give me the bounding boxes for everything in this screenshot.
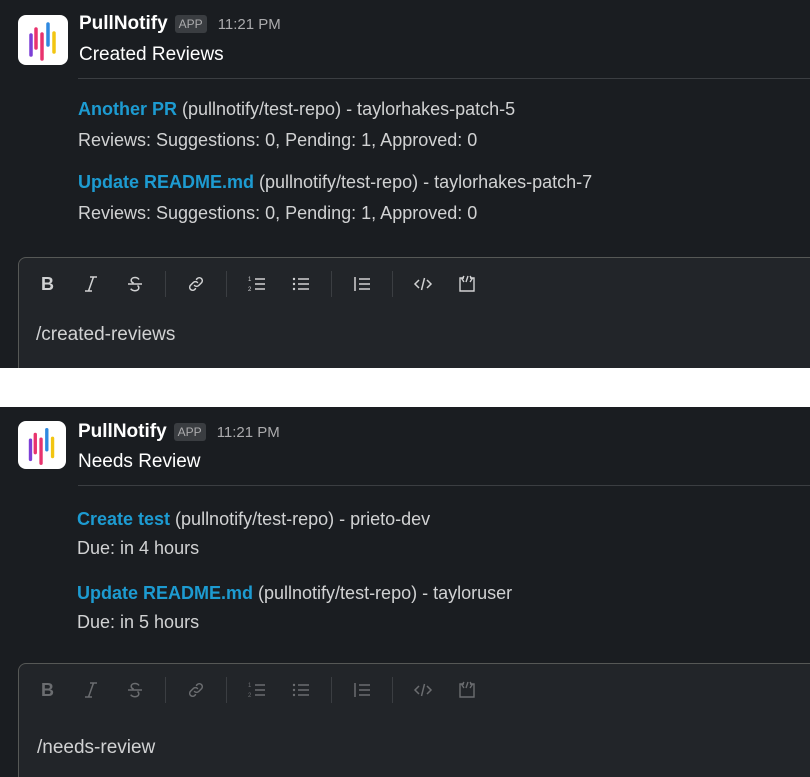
pr-detail: (pullnotify/test-repo) - prieto-dev xyxy=(170,509,431,529)
blockquote-icon[interactable] xyxy=(348,270,376,298)
code-block-icon[interactable] xyxy=(453,270,481,298)
link-icon[interactable] xyxy=(182,270,210,298)
svg-text:B: B xyxy=(41,274,54,294)
composer-input-text[interactable]: /created-reviews xyxy=(36,324,175,346)
toolbar-separator xyxy=(331,271,332,297)
sender-name[interactable]: PullNotify xyxy=(78,421,167,443)
bold-icon[interactable]: B xyxy=(33,270,61,298)
pr-due-status: Due: in 5 hours xyxy=(77,612,200,632)
blockquote-icon[interactable] xyxy=(348,676,376,704)
code-icon[interactable] xyxy=(409,676,437,704)
message-header: PullNotify APP 11:21 PM xyxy=(79,13,281,35)
strikethrough-icon[interactable] xyxy=(121,676,149,704)
toolbar-separator xyxy=(165,677,166,703)
ordered-list-icon[interactable]: 12 xyxy=(243,270,271,298)
message-title: Created Reviews xyxy=(79,44,224,65)
italic-icon[interactable] xyxy=(77,270,105,298)
formatting-toolbar: B 12 xyxy=(33,270,497,298)
sender-name[interactable]: PullNotify xyxy=(79,13,168,35)
pullnotify-avatar[interactable] xyxy=(18,421,66,469)
app-badge: APP xyxy=(173,423,206,441)
message-timestamp[interactable]: 11:21 PM xyxy=(218,16,281,33)
composer-input-text[interactable]: /needs-review xyxy=(37,737,155,759)
pullnotify-logo-icon xyxy=(28,427,55,465)
toolbar-separator xyxy=(226,677,227,703)
pr-due-status: Due: in 4 hours xyxy=(77,538,200,558)
divider xyxy=(78,78,810,79)
svg-text:2: 2 xyxy=(248,693,252,699)
strikethrough-icon[interactable] xyxy=(121,270,149,298)
pr-link[interactable]: Update README.md xyxy=(78,172,254,192)
message-panel-needs-review: PullNotify APP 11:21 PM Needs Review Cre… xyxy=(0,407,810,777)
message-panel-created-reviews: PullNotify APP 11:21 PM Created Reviews … xyxy=(0,0,810,368)
message-header: PullNotify APP 11:21 PM xyxy=(78,421,280,443)
toolbar-separator xyxy=(226,271,227,297)
toolbar-separator xyxy=(392,677,393,703)
toolbar-separator xyxy=(165,271,166,297)
pr-link[interactable]: Update README.md xyxy=(77,583,253,603)
bold-icon[interactable]: B xyxy=(33,676,61,704)
italic-icon[interactable] xyxy=(77,676,105,704)
pr-detail: (pullnotify/test-repo) - taylorhakes-pat… xyxy=(177,99,516,119)
link-icon[interactable] xyxy=(182,676,210,704)
app-badge: APP xyxy=(174,15,207,33)
svg-text:1: 1 xyxy=(248,683,252,689)
pr-detail: (pullnotify/test-repo) - tayloruser xyxy=(253,583,513,603)
pr-item-line: Update README.md (pullnotify/test-repo) … xyxy=(77,583,512,604)
pullnotify-logo-icon xyxy=(29,22,56,61)
pr-link[interactable]: Another PR xyxy=(78,99,177,119)
pr-detail: (pullnotify/test-repo) - taylorhakes-pat… xyxy=(254,172,593,192)
svg-text:B: B xyxy=(41,680,54,700)
ordered-list-icon[interactable]: 12 xyxy=(243,676,271,704)
pr-item-line: Another PR (pullnotify/test-repo) - tayl… xyxy=(78,99,515,120)
message-composer[interactable]: B 12 xyxy=(18,257,810,368)
svg-text:1: 1 xyxy=(248,277,252,283)
formatting-toolbar: B 12 xyxy=(33,676,497,704)
pullnotify-avatar[interactable] xyxy=(18,15,68,65)
bullet-list-icon[interactable] xyxy=(287,270,315,298)
pr-link[interactable]: Create test xyxy=(77,509,170,529)
message-composer[interactable]: B 12 xyxy=(18,663,810,777)
message-title: Needs Review xyxy=(78,451,201,472)
pr-review-status: Reviews: Suggestions: 0, Pending: 1, App… xyxy=(78,203,478,223)
svg-text:2: 2 xyxy=(248,287,252,293)
divider xyxy=(78,485,810,486)
message-timestamp[interactable]: 11:21 PM xyxy=(217,424,280,441)
pr-item-line: Create test (pullnotify/test-repo) - pri… xyxy=(77,509,430,530)
pr-review-status: Reviews: Suggestions: 0, Pending: 1, App… xyxy=(78,130,478,150)
pr-item-line: Update README.md (pullnotify/test-repo) … xyxy=(78,172,592,193)
code-icon[interactable] xyxy=(409,270,437,298)
bullet-list-icon[interactable] xyxy=(287,676,315,704)
toolbar-separator xyxy=(331,677,332,703)
toolbar-separator xyxy=(392,271,393,297)
code-block-icon[interactable] xyxy=(453,676,481,704)
